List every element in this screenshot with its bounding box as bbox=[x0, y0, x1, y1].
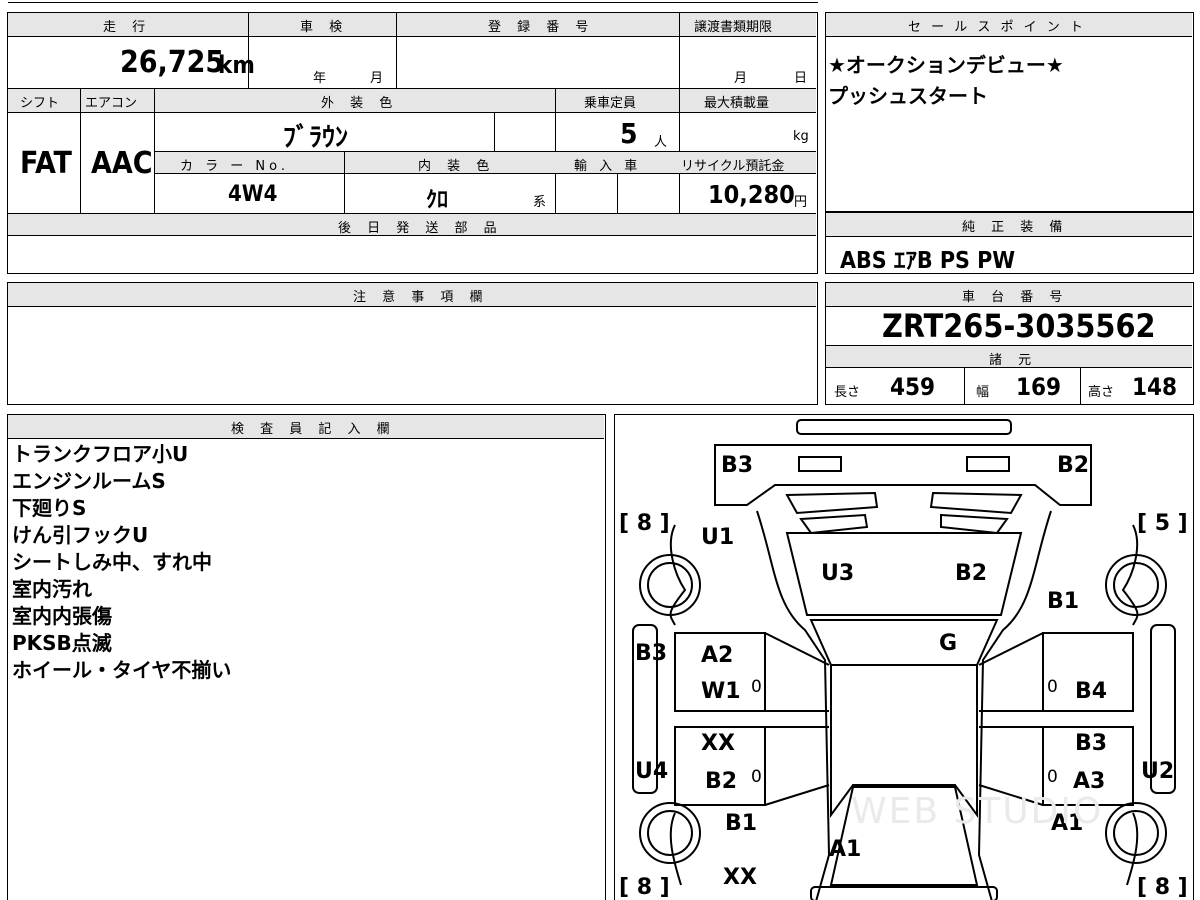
tire-label-front-right: [ 5 ] bbox=[1137, 511, 1188, 536]
depth-reading: 0 bbox=[1047, 767, 1058, 787]
watermark: WEB STUDIO bbox=[851, 791, 1104, 832]
damage-mark: U1 bbox=[701, 525, 735, 550]
interior-suffix: 系 bbox=[533, 195, 547, 210]
color-no-value: 4W4 bbox=[228, 182, 278, 207]
recycle-unit: 円 bbox=[794, 195, 808, 210]
equipment-label: 純 正 装 備 bbox=[962, 220, 1069, 235]
damage-mark: B4 bbox=[1075, 679, 1108, 704]
damage-mark: B2 bbox=[1057, 453, 1090, 478]
inspector-line: 下廻りS bbox=[12, 496, 87, 520]
transfer-day-label: 日 bbox=[794, 71, 808, 86]
mileage-value: 26,725 bbox=[120, 45, 225, 80]
damage-mark: W1 bbox=[701, 679, 741, 704]
damage-mark: U3 bbox=[821, 561, 855, 586]
sales-point-label: セ ー ル ス ポ イ ン ト bbox=[908, 20, 1086, 35]
load-unit: kg bbox=[793, 129, 809, 144]
inspector-line: 室内汚れ bbox=[12, 577, 92, 601]
inspector-label: 検 査 員 記 入 欄 bbox=[231, 422, 396, 437]
depth-reading: 0 bbox=[1047, 677, 1058, 697]
damage-mark: B3 bbox=[1075, 731, 1108, 756]
damage-mark: B3 bbox=[635, 641, 668, 666]
shift-value: FAT bbox=[20, 146, 72, 181]
depth-reading: 0 bbox=[751, 677, 762, 697]
inspector-line: トランクフロア小U bbox=[12, 442, 189, 466]
car-damage-diagram: [ 8 ] [ 5 ] [ 8 ] [ 8 ] B3 B2 U1 U3 B2 B… bbox=[614, 414, 1194, 900]
year-label: 年 bbox=[313, 71, 327, 86]
damage-mark: U4 bbox=[635, 759, 669, 784]
depth-reading: 0 bbox=[751, 767, 762, 787]
damage-mark: U2 bbox=[1141, 759, 1175, 784]
damage-mark: B2 bbox=[705, 769, 738, 794]
damage-mark: XX bbox=[723, 865, 757, 890]
damage-mark: B1 bbox=[1047, 589, 1080, 614]
capacity-value: 5 bbox=[620, 117, 638, 150]
inspection-label: 車 検 bbox=[300, 20, 349, 35]
mileage-unit: km bbox=[218, 51, 255, 79]
damage-mark: A2 bbox=[701, 643, 734, 668]
length-value: 459 bbox=[890, 373, 936, 401]
transfer-label: 譲渡書類期限 bbox=[694, 20, 773, 35]
import-label: 輸 入 車 bbox=[574, 159, 642, 174]
width-value: 169 bbox=[1016, 373, 1062, 401]
damage-mark: B3 bbox=[721, 453, 754, 478]
recycle-label: リサイクル預託金 bbox=[681, 159, 785, 174]
capacity-label: 乗車定員 bbox=[584, 96, 637, 111]
height-label: 高さ bbox=[1088, 385, 1115, 400]
interior-value: ｸﾛ bbox=[426, 188, 449, 213]
color-no-label: カ ラ ー No. bbox=[180, 159, 289, 174]
equipment-box: 純 正 装 備 ABS ｴｱB PS PW bbox=[825, 212, 1194, 274]
sales-point-line-1: ★オークションデビュー★ bbox=[828, 53, 1064, 77]
ac-label: エアコン bbox=[85, 96, 138, 111]
inspector-line: けん引フックU bbox=[12, 523, 149, 547]
chassis-value: ZRT265-3035562 bbox=[882, 307, 1156, 345]
chassis-label: 車 台 番 号 bbox=[962, 290, 1069, 305]
month-label: 月 bbox=[370, 71, 384, 86]
interior-label: 内 装 色 bbox=[418, 159, 496, 174]
specs-label: 諸 元 bbox=[989, 353, 1038, 368]
ac-value: AAC bbox=[91, 146, 153, 181]
inspector-line: 室内内張傷 bbox=[12, 604, 112, 628]
exterior-label: 外 装 色 bbox=[321, 96, 399, 111]
damage-mark: A1 bbox=[829, 837, 862, 862]
width-label: 幅 bbox=[976, 385, 990, 400]
registration-label: 登 録 番 号 bbox=[488, 20, 595, 35]
tire-label-rear-left: [ 8 ] bbox=[619, 875, 670, 900]
equipment-value: ABS ｴｱB PS PW bbox=[840, 248, 1016, 274]
tire-label-front-left: [ 8 ] bbox=[619, 511, 670, 536]
height-value: 148 bbox=[1132, 373, 1178, 401]
sales-point-line-2: プッシュスタート bbox=[828, 84, 988, 108]
mileage-label: 走 行 bbox=[103, 20, 152, 35]
sales-point-box: セ ー ル ス ポ イ ン ト ★オークションデビュー★ プッシュスタート bbox=[825, 12, 1194, 212]
recycle-value: 10,280 bbox=[708, 180, 795, 209]
notes-label: 注 意 事 項 欄 bbox=[353, 290, 489, 305]
notes-box: 注 意 事 項 欄 bbox=[7, 282, 818, 405]
later-parts-label: 後 日 発 送 部 品 bbox=[338, 221, 503, 236]
damage-mark: XX bbox=[701, 731, 735, 756]
damage-mark: B1 bbox=[725, 811, 758, 836]
max-load-label: 最大積載量 bbox=[704, 96, 770, 111]
top-strip bbox=[8, 2, 818, 3]
transfer-month-label: 月 bbox=[734, 71, 748, 86]
capacity-unit: 人 bbox=[654, 135, 668, 150]
inspector-line: PKSB点滅 bbox=[12, 631, 112, 655]
exterior-value: ﾌﾞﾗｳﾝ bbox=[283, 123, 349, 153]
shift-label: シフト bbox=[20, 96, 60, 111]
length-label: 長さ bbox=[834, 385, 861, 400]
chassis-box: 車 台 番 号 ZRT265-3035562 諸 元 長さ 459 幅 169 … bbox=[825, 282, 1194, 405]
vehicle-info-table: 走 行 車 検 登 録 番 号 譲渡書類期限 26,725 km 年 月 月 日… bbox=[7, 12, 818, 274]
inspector-line: ホイール・タイヤ不揃い bbox=[12, 658, 232, 682]
inspector-line: エンジンルームS bbox=[12, 469, 166, 493]
tire-label-rear-right: [ 8 ] bbox=[1137, 875, 1188, 900]
damage-mark: G bbox=[939, 631, 958, 656]
damage-mark: B2 bbox=[955, 561, 988, 586]
inspector-box: 検 査 員 記 入 欄 トランクフロア小U エンジンルームS 下廻りS けん引フ… bbox=[7, 414, 606, 900]
inspector-line: シートしみ中、すれ中 bbox=[12, 550, 212, 574]
